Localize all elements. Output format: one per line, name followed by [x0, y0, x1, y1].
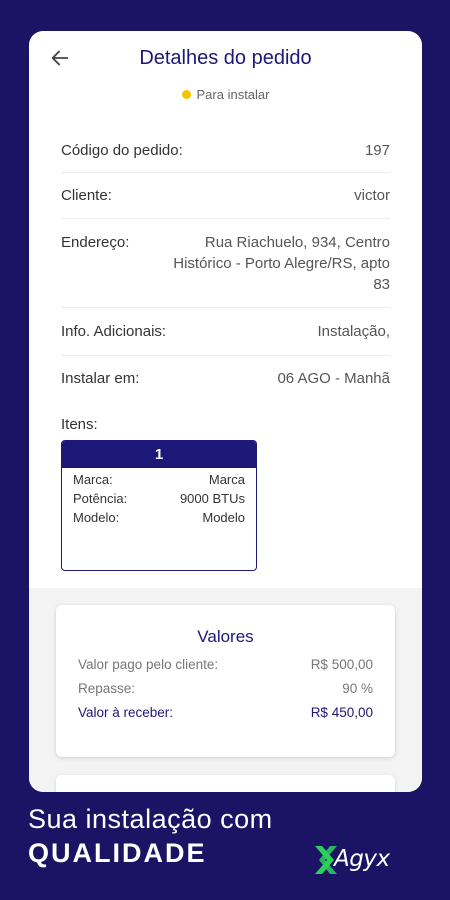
value-row-transfer: Repasse: 90 %	[78, 681, 373, 696]
item-field-value: Modelo	[202, 510, 245, 525]
status-dot-icon	[181, 90, 191, 99]
detail-row-install-date: Instalar em: 06 AGO - Manhã	[61, 356, 390, 401]
detail-value: 06 AGO - Manhã	[277, 370, 390, 387]
item-field-value: 9000 BTUs	[179, 491, 245, 506]
detail-row-client: Cliente: victor	[61, 173, 390, 219]
value-amount: R$ 500,00	[310, 657, 373, 672]
item-number: 1	[62, 441, 256, 468]
value-row-paid: Valor pago pelo cliente: R$ 500,00	[78, 657, 373, 672]
detail-value: Instalação,	[317, 323, 390, 340]
item-card[interactable]: 1 Marca: Marca Potência: 9000 BTUs Model…	[61, 440, 257, 571]
value-label: Valor à receber:	[78, 705, 174, 720]
item-field-brand: Marca: Marca	[62, 472, 256, 487]
item-field-value: Marca	[208, 472, 245, 487]
order-details-card: Detalhes do pedido Para instalar Código …	[29, 31, 422, 792]
promo-tagline-emphasis: QUALIDADE	[28, 838, 207, 868]
page-title: Detalhes do pedido	[139, 47, 312, 69]
detail-label: Código do pedido:	[61, 142, 183, 159]
value-label: Valor pago pelo cliente:	[78, 657, 219, 672]
items-label: Itens:	[61, 416, 98, 433]
detail-value: Rua Riachuelo, 934, Centro Histórico - P…	[173, 234, 390, 293]
status-badge: Para instalar	[29, 87, 422, 102]
detail-label: Info. Adicionais:	[61, 323, 167, 340]
brand-name: Agyx	[334, 846, 390, 872]
details-list: Código do pedido: 197 Cliente: victor En…	[29, 129, 422, 571]
next-card-peek	[56, 775, 395, 792]
value-row-to-receive: Valor à receber: R$ 450,00	[78, 705, 373, 720]
values-card: Valores Valor pago pelo cliente: R$ 500,…	[56, 605, 395, 757]
item-field-power: Potência: 9000 BTUs	[62, 491, 256, 506]
value-amount: R$ 450,00	[310, 705, 373, 720]
detail-value: victor	[354, 187, 390, 204]
value-label: Repasse:	[78, 681, 136, 696]
detail-label: Instalar em:	[61, 370, 140, 387]
status-label: Para instalar	[196, 87, 270, 102]
detail-value: 197	[364, 142, 390, 159]
detail-label: Cliente:	[61, 187, 112, 204]
header: Detalhes do pedido Para instalar	[29, 31, 422, 113]
value-amount: 90 %	[342, 681, 373, 696]
item-field-label: Potência:	[73, 491, 128, 506]
item-field-model: Modelo: Modelo	[62, 510, 256, 525]
item-field-label: Modelo:	[73, 510, 120, 525]
detail-label: Endereço:	[61, 234, 130, 251]
detail-row-additional-info: Info. Adicionais: Instalação,	[61, 308, 390, 356]
promo-tagline: Sua instalação com	[28, 804, 273, 834]
detail-row-address: Endereço: Rua Riachuelo, 934, Centro His…	[61, 219, 390, 308]
values-title: Valores	[197, 627, 254, 646]
detail-row-order-code: Código do pedido: 197	[61, 129, 390, 173]
item-field-label: Marca:	[73, 472, 113, 487]
